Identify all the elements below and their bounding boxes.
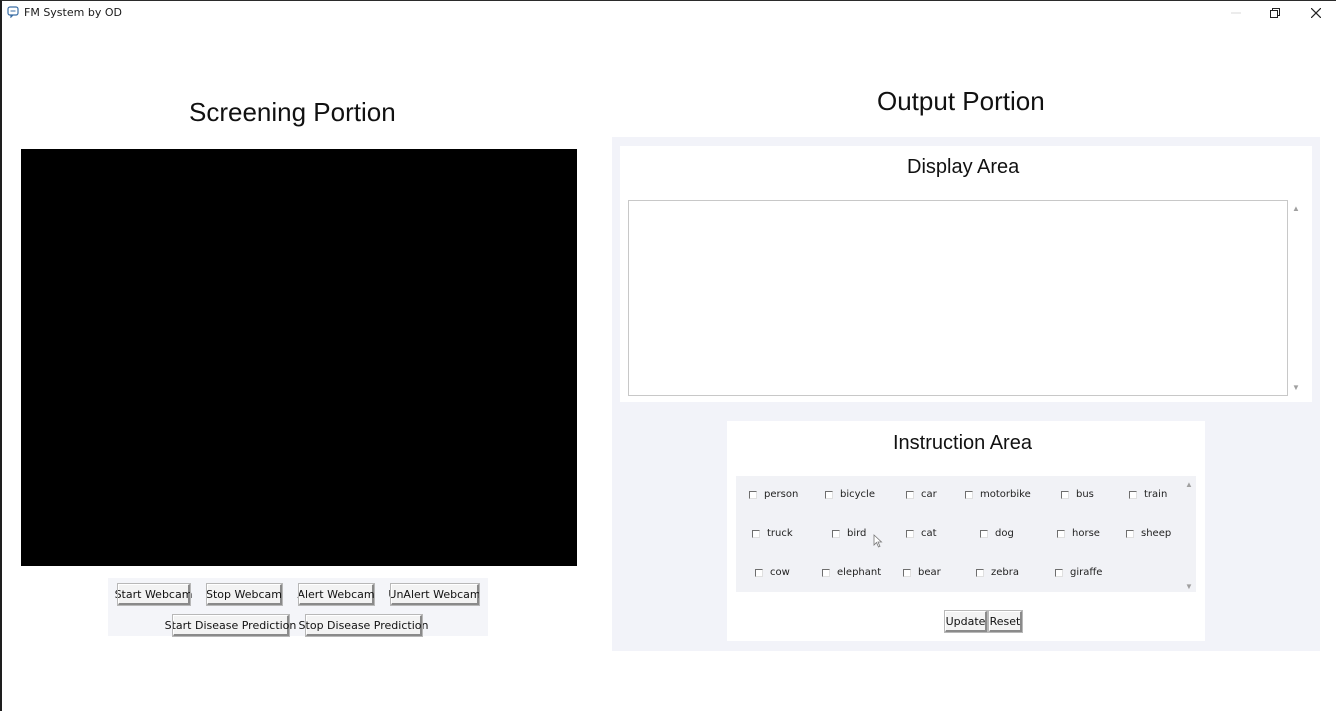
checkbox-label: giraffe (1070, 567, 1103, 578)
checkbox-label: elephant (837, 567, 882, 578)
unalert-webcam-button[interactable]: UnAlert Webcam (388, 583, 481, 606)
checkbox-label: cat (921, 528, 937, 539)
checkbox-cow[interactable]: cow (755, 567, 790, 578)
mouse-cursor-icon (873, 534, 883, 548)
checkbox-label: bear (918, 567, 941, 578)
checkbox-label: motorbike (980, 489, 1031, 500)
checkbox-bear[interactable]: bear (903, 567, 941, 578)
checkbox-label: car (921, 489, 937, 500)
reset-button[interactable]: Reset (988, 610, 1023, 633)
checkbox-box[interactable] (825, 490, 833, 499)
checkbox-label: truck (767, 528, 793, 539)
checkbox-box[interactable] (1129, 490, 1137, 499)
screening-portion-title: Screening Portion (189, 97, 396, 127)
checkbox-giraffe[interactable]: giraffe (1055, 567, 1102, 578)
checkbox-label: bird (847, 528, 867, 539)
checkbox-box[interactable] (903, 568, 911, 577)
stop-webcam-button[interactable]: Stop Webcam (206, 583, 283, 606)
checkbox-bird[interactable]: bird (832, 528, 866, 539)
checkbox-truck[interactable]: truck (752, 528, 793, 539)
checkbox-box[interactable] (906, 490, 914, 499)
checkbox-elephant[interactable]: elephant (822, 567, 881, 578)
stop-disease-prediction-button[interactable]: Stop Disease Prediction (299, 614, 428, 637)
instruction-scroll-up-icon[interactable]: ▲ (1184, 479, 1194, 489)
checkbox-box[interactable] (822, 568, 830, 577)
webcam-view (21, 149, 577, 566)
checkbox-label: cow (770, 567, 790, 578)
checkbox-bus[interactable]: bus (1061, 489, 1094, 500)
checkbox-car[interactable]: car (906, 489, 937, 500)
checkbox-horse[interactable]: horse (1057, 528, 1100, 539)
checkbox-person[interactable]: person (749, 489, 798, 500)
display-area-title: Display Area (907, 156, 1020, 178)
window-title: FM System by OD (24, 6, 122, 19)
checkbox-label: zebra (991, 567, 1019, 578)
checkbox-bicycle[interactable]: bicycle (825, 489, 875, 500)
checkbox-box[interactable] (1126, 529, 1134, 538)
checkbox-label: bicycle (840, 489, 875, 500)
instruction-scroll-down-icon[interactable]: ▼ (1184, 581, 1194, 591)
app-icon (7, 6, 19, 18)
checkbox-box[interactable] (752, 529, 760, 538)
close-icon (1311, 8, 1321, 18)
checkbox-box[interactable] (749, 490, 757, 499)
checkbox-box[interactable] (1055, 568, 1063, 577)
checkbox-sheep[interactable]: sheep (1126, 528, 1171, 539)
checkbox-label: person (764, 489, 799, 500)
checkbox-cat[interactable]: cat (906, 528, 937, 539)
checkbox-box[interactable] (755, 568, 763, 577)
checkbox-box[interactable] (1061, 490, 1069, 499)
output-portion-title: Output Portion (877, 86, 1045, 116)
checkbox-motorbike[interactable]: motorbike (965, 489, 1031, 500)
minimize-icon (1231, 12, 1241, 14)
checkbox-label: dog (995, 528, 1014, 539)
restore-icon (1270, 8, 1280, 18)
checkbox-box[interactable] (1057, 529, 1065, 538)
checkbox-train[interactable]: train (1129, 489, 1167, 500)
start-webcam-button[interactable]: Start Webcam (115, 583, 192, 606)
checkbox-zebra[interactable]: zebra (976, 567, 1019, 578)
checkbox-dog[interactable]: dog (980, 528, 1014, 539)
checkbox-box[interactable] (976, 568, 984, 577)
checkbox-label: horse (1072, 528, 1100, 539)
start-disease-prediction-button[interactable]: Start Disease Prediction (165, 614, 296, 637)
checkbox-box[interactable] (832, 529, 840, 538)
instruction-area-title: Instruction Area (893, 432, 1032, 454)
title-bar: FM System by OD (2, 1, 1336, 25)
display-scroll-down-icon[interactable]: ▼ (1291, 382, 1301, 392)
display-textbox[interactable] (628, 200, 1288, 396)
checkbox-box[interactable] (906, 529, 914, 538)
alert-webcam-button[interactable]: Alert Webcam (297, 583, 375, 606)
display-scroll-up-icon[interactable]: ▲ (1291, 203, 1301, 213)
checkbox-box[interactable] (965, 490, 973, 499)
checkbox-box[interactable] (980, 529, 988, 538)
checkbox-label: sheep (1141, 528, 1172, 539)
checkbox-label: bus (1076, 489, 1094, 500)
close-button[interactable] (1296, 1, 1336, 25)
update-button[interactable]: Update (944, 610, 988, 633)
checkbox-label: train (1144, 489, 1168, 500)
restore-button[interactable] (1255, 1, 1295, 25)
minimize-button[interactable] (1216, 1, 1256, 25)
